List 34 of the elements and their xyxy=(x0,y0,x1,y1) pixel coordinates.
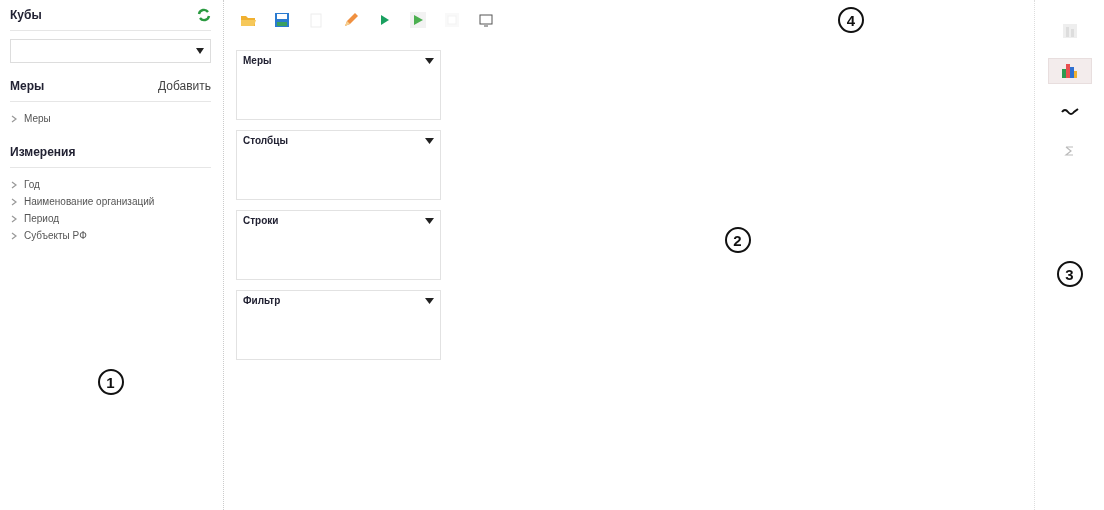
tree-item[interactable]: Период xyxy=(24,213,60,224)
callout-number: 4 xyxy=(838,7,864,33)
dropdown-arrow-icon[interactable] xyxy=(425,137,434,144)
callout-number: 3 xyxy=(1056,261,1083,287)
zone-title: Строки xyxy=(243,215,279,226)
drop-zone[interactable]: Меры xyxy=(236,50,441,120)
callout-number: 1 xyxy=(97,369,124,395)
monitor-icon xyxy=(477,11,495,29)
section-title: Измерения xyxy=(10,145,76,159)
dropdown-arrow-icon xyxy=(196,48,204,54)
drop-zone[interactable]: Столбцы xyxy=(236,130,441,200)
refresh-icon[interactable] xyxy=(197,8,211,22)
tree-item[interactable]: Меры xyxy=(24,113,51,124)
drop-zone[interactable]: Строки xyxy=(236,210,441,280)
bar-chart-icon xyxy=(1059,61,1080,81)
save-icon xyxy=(273,11,291,29)
chart-type-button[interactable] xyxy=(1047,58,1092,84)
dropdown-arrow-icon[interactable] xyxy=(425,297,434,304)
zone-title: Столбцы xyxy=(243,135,288,146)
toolbar-button[interactable] xyxy=(408,10,428,30)
play-icon xyxy=(409,11,427,29)
zone-title: Фильтр xyxy=(243,295,281,306)
panel-title: Кубы xyxy=(10,8,42,22)
tree-item[interactable]: Год xyxy=(24,179,40,190)
toolbar-button[interactable] xyxy=(272,10,292,30)
drop-zone[interactable]: Фильтр xyxy=(236,290,441,360)
add-link[interactable]: Добавить xyxy=(157,79,211,93)
tree-item[interactable]: Наименование организаций xyxy=(24,196,155,207)
tree-item[interactable]: Субъекты РФ xyxy=(24,230,87,241)
zone-title: Меры xyxy=(243,55,272,66)
dropdown-arrow-icon[interactable] xyxy=(425,217,434,224)
section-title: Меры xyxy=(10,79,45,93)
callout-number: 2 xyxy=(724,227,751,253)
dropdown-arrow-icon[interactable] xyxy=(425,57,434,64)
